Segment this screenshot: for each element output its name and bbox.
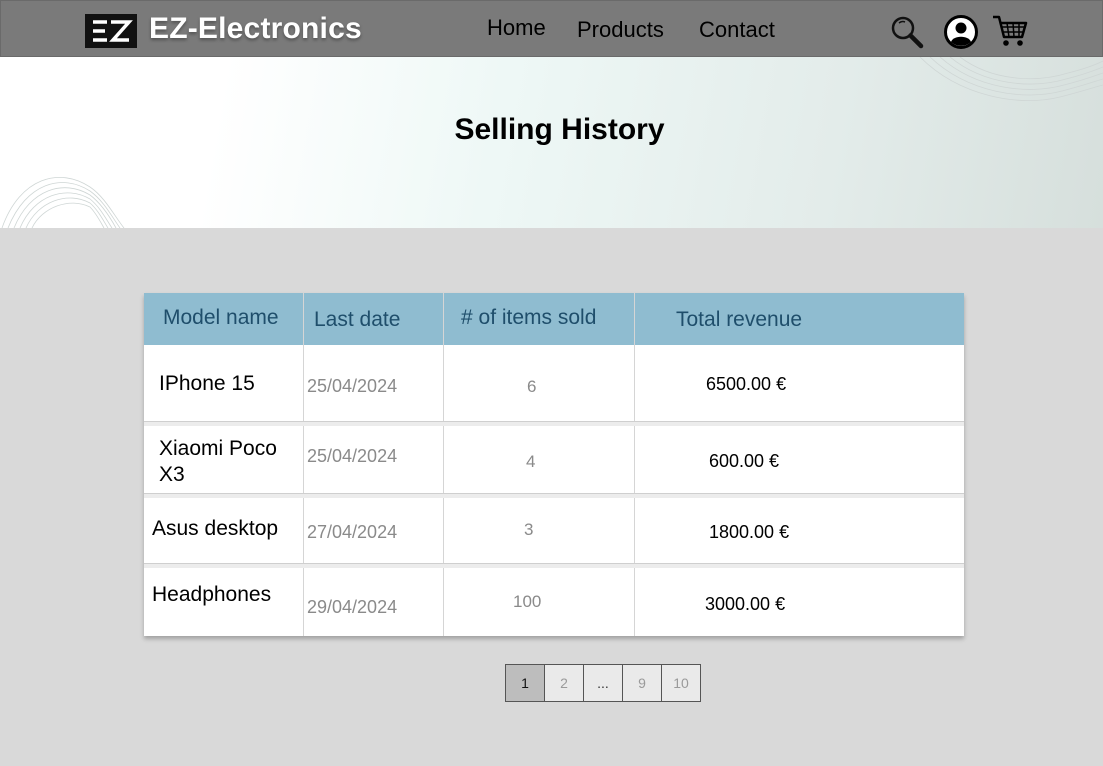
cell-model: Asus desktop [152, 517, 279, 540]
cell-qty: 4 [526, 452, 536, 471]
header-model-name[interactable]: Model name [163, 306, 279, 330]
cell-qty: 6 [527, 377, 537, 396]
row-gap [144, 494, 964, 498]
page-button-1[interactable]: 1 [505, 664, 545, 702]
selling-history-table: Model name Last date # of items sold Tot… [144, 293, 964, 636]
navbar: EZ-Electronics Home Products Contact [0, 0, 1103, 57]
cell-date: 25/04/2024 [307, 446, 398, 466]
cell-revenue: 1800.00 € [709, 522, 790, 542]
page-button-10[interactable]: 10 [661, 664, 701, 702]
cell-revenue: 3000.00 € [705, 594, 786, 614]
cell-revenue: 600.00 € [709, 451, 780, 471]
page-title: Selling History [454, 113, 665, 146]
nav-contact[interactable]: Contact [699, 17, 775, 43]
hero-banner: Selling History [0, 57, 1103, 228]
nav-products[interactable]: Products [577, 17, 664, 43]
page-button-9[interactable]: 9 [622, 664, 662, 702]
column-divider [303, 293, 304, 636]
user-icon[interactable] [943, 14, 979, 50]
row-gap [144, 564, 964, 568]
cell-date: 27/04/2024 [307, 522, 398, 542]
header-last-date[interactable]: Last date [314, 308, 400, 332]
column-divider [634, 293, 635, 636]
nav-home[interactable]: Home [487, 15, 546, 41]
cell-model: Headphones [152, 583, 272, 606]
cell-date: 25/04/2024 [307, 376, 398, 396]
ez-logo-icon [85, 14, 137, 48]
cell-qty: 100 [513, 592, 542, 611]
cell-date: 29/04/2024 [307, 597, 398, 617]
cell-qty: 3 [524, 520, 534, 539]
page-ellipsis[interactable]: ... [583, 664, 623, 702]
pagination: 1 2 ... 9 10 [505, 664, 701, 702]
brand-name[interactable]: EZ-Electronics [149, 12, 362, 46]
page-button-2[interactable]: 2 [544, 664, 584, 702]
header-items-sold[interactable]: # of items sold [461, 306, 596, 330]
header-total-revenue[interactable]: Total revenue [676, 308, 802, 332]
cell-revenue: 6500.00 € [706, 374, 787, 394]
brand-logo[interactable] [85, 14, 137, 48]
row-gap [144, 422, 964, 426]
cell-model: Xiaomi Poco X3 [159, 437, 277, 486]
search-icon[interactable] [889, 14, 925, 50]
cell-model: IPhone 15 [159, 372, 255, 395]
column-divider [443, 293, 444, 636]
cart-icon[interactable] [991, 13, 1029, 49]
